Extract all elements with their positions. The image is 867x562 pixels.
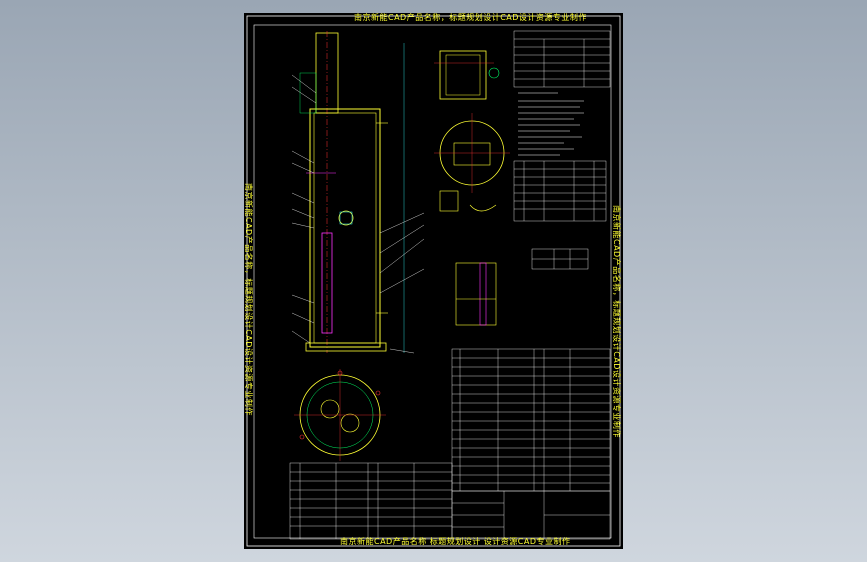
small-table [531,248,589,270]
bottom-plan-view [294,369,386,461]
left-caption: 南京新能CAD产品名称，标题规划设计CAD设计资源专业制作 [244,183,253,416]
detail-view-top [434,50,500,100]
parts-list-left [289,462,453,540]
title-block [451,490,611,540]
nozzle-table [513,160,607,222]
inner-border [253,24,612,539]
cad-viewport[interactable]: 南京新能CAD产品名称，标题规划设计CAD设计资源专业制作 南京新能CAD产品名… [0,0,867,562]
notes-table-top [513,30,611,88]
vessel-main-view [299,31,405,353]
top-caption: 南京新能CAD产品名称，标题规划设计CAD设计资源专业制作 [354,13,587,22]
drawing-svg [246,15,621,547]
drawing-sheet[interactable]: 南京新能CAD产品名称，标题规划设计CAD设计资源专业制作 南京新能CAD产品名… [244,13,623,549]
notes-text-lines [518,92,584,156]
section-circle-view [434,113,510,193]
small-details [439,190,497,326]
parts-list [451,348,611,492]
leader-lines [291,74,425,354]
sheet-border [246,15,621,547]
bottom-caption: 南京新能CAD产品名称 标题规划设计 设计资源CAD专业制作 [340,537,571,546]
right-caption: 南京新能CAD产品名称，标题规划设计CAD设计资源专业制作 [612,205,621,438]
